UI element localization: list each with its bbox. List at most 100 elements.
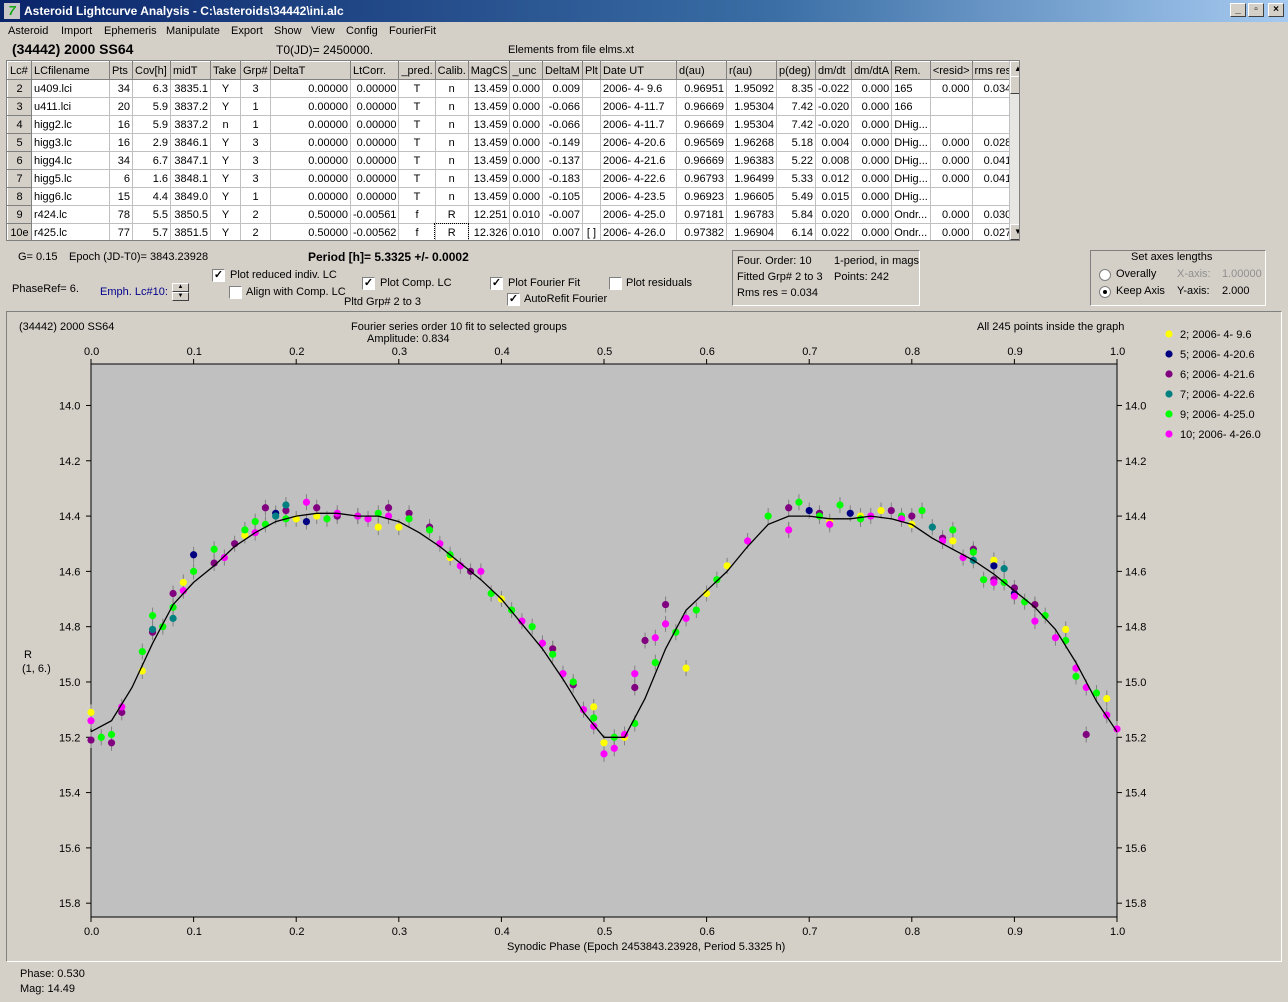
table-cell[interactable]: T	[398, 187, 436, 206]
menu-show[interactable]: Show	[274, 25, 302, 37]
table-cell[interactable]: 1	[240, 115, 271, 134]
table-cell[interactable]: f	[398, 223, 436, 240]
table-cell[interactable]: n	[434, 187, 469, 206]
table-cell[interactable]: 0.000	[929, 169, 973, 188]
column-header[interactable]: Rem.	[891, 61, 931, 80]
table-cell[interactable]: 0.000	[851, 79, 893, 98]
table-cell[interactable]: Y	[210, 187, 241, 206]
table-row[interactable]: 3 u411.lci 20 5.9 3837.2 Y 1 0.00000 0.00000 Tn 13…	[7, 97, 1015, 116]
table-cell[interactable]: 0.041	[971, 169, 1015, 188]
table-cell[interactable]: higg3.lc	[31, 133, 110, 152]
column-header[interactable]: rms res	[971, 61, 1015, 80]
menu-fourierfit[interactable]: FourierFit	[389, 25, 436, 37]
spin-down-icon[interactable]: ▼	[172, 292, 189, 301]
plot-area[interactable]	[90, 363, 1118, 918]
table-cell[interactable]: 5.49	[775, 187, 816, 206]
table-cell[interactable]: -0.020	[814, 97, 853, 116]
table-cell[interactable]: 1.95304	[725, 97, 777, 116]
table-cell[interactable]: 0.00000	[349, 97, 400, 116]
plot-comp-checkbox[interactable]: ✓	[362, 277, 375, 290]
table-cell[interactable]: 0.96793	[675, 169, 727, 188]
table-cell[interactable]: 0.041	[971, 151, 1015, 170]
table-cell[interactable]: 0.000	[509, 97, 543, 116]
table-cell[interactable]	[929, 97, 973, 116]
table-cell[interactable]: 0.000	[509, 151, 543, 170]
table-cell[interactable]: 13.459	[467, 187, 511, 206]
minimize-button[interactable]: _	[1230, 3, 1246, 17]
column-header[interactable]: _unc	[509, 61, 543, 80]
table-cell[interactable]: 13.459	[467, 97, 511, 116]
table-row[interactable]: 5 higg3.lc 16 2.9 3846.1 Y 3 0.00000 0.00000 Tn 13…	[7, 133, 1015, 152]
table-cell[interactable]: n	[434, 97, 469, 116]
table-cell[interactable]: r425.lc	[31, 223, 110, 240]
table-cell[interactable]: 0.022	[814, 223, 853, 240]
menu-export[interactable]: Export	[231, 25, 263, 37]
table-cell[interactable]: higg2.lc	[31, 115, 110, 134]
table-cell[interactable]: 0.028	[971, 133, 1015, 152]
column-header[interactable]: LCfilename	[31, 61, 110, 80]
table-cell[interactable]: 13.459	[467, 133, 511, 152]
table-cell[interactable]: 0.000	[929, 133, 973, 152]
table-cell[interactable]	[971, 115, 1015, 134]
table-cell[interactable]: 2.9	[132, 133, 171, 152]
column-header[interactable]: <resid>	[929, 61, 973, 80]
table-cell[interactable]: 3	[240, 169, 271, 188]
table-cell[interactable]: Y	[210, 223, 241, 240]
table-cell[interactable]: 5.33	[775, 169, 816, 188]
table-cell[interactable]	[581, 169, 601, 188]
table-cell[interactable]: 1.96783	[725, 205, 777, 224]
table-cell[interactable]: 13.459	[467, 151, 511, 170]
table-cell[interactable]: 5.18	[775, 133, 816, 152]
column-header[interactable]: _pred.	[398, 61, 436, 80]
table-cell[interactable]: 0.00000	[349, 115, 400, 134]
table-cell[interactable]: 1.6	[132, 169, 171, 188]
table-cell[interactable]: 3	[240, 79, 271, 98]
column-header[interactable]: Take	[210, 61, 241, 80]
table-cell[interactable]: 12.251	[467, 205, 511, 224]
table-cell[interactable]: 5.7	[132, 223, 171, 240]
plot-fourier-checkbox[interactable]: ✓	[490, 277, 503, 290]
table-cell[interactable]	[581, 97, 601, 116]
table-cell[interactable]: n	[434, 169, 469, 188]
table-cell[interactable]: -0.007	[541, 205, 583, 224]
table-cell[interactable]: 0.000	[509, 133, 543, 152]
table-cell[interactable]: Y	[210, 79, 241, 98]
table-cell[interactable]: Y	[210, 169, 241, 188]
row-header[interactable]: 8	[7, 187, 32, 206]
table-cell[interactable]: 2006- 4-22.6	[599, 169, 677, 188]
table-cell[interactable]: 3	[240, 133, 271, 152]
table-cell[interactable]: 13.459	[467, 79, 511, 98]
table-cell[interactable]: R	[434, 222, 470, 240]
table-cell[interactable]: 7.42	[775, 97, 816, 116]
table-cell[interactable]: 0.000	[929, 223, 973, 240]
table-cell[interactable]: 0.009	[541, 79, 583, 98]
column-header[interactable]: Calib.	[434, 61, 469, 80]
table-cell[interactable]	[929, 115, 973, 134]
table-cell[interactable]: 0.00000	[349, 187, 400, 206]
menu-manipulate[interactable]: Manipulate	[166, 25, 220, 37]
table-cell[interactable]: 7.42	[775, 115, 816, 134]
table-cell[interactable]: 1.95304	[725, 115, 777, 134]
table-cell[interactable]: 0.000	[851, 169, 893, 188]
table-cell[interactable]: 0.027	[971, 223, 1015, 240]
table-cell[interactable]: 0.008	[814, 151, 853, 170]
table-cell[interactable]: n	[434, 133, 469, 152]
keep-axis-radio[interactable]	[1099, 286, 1111, 298]
table-cell[interactable]: 6.14	[775, 223, 816, 240]
table-cell[interactable]: T	[398, 97, 436, 116]
table-cell[interactable]: 1.96383	[725, 151, 777, 170]
table-cell[interactable]	[581, 115, 601, 134]
table-cell[interactable]: 0.004	[814, 133, 853, 152]
plot-panel[interactable]: (34442) 2000 SS64 Fourier series order 1…	[6, 311, 1282, 962]
table-cell[interactable]: 0.000	[509, 115, 543, 134]
table-cell[interactable]: -0.105	[541, 187, 583, 206]
table-cell[interactable]: 2006- 4- 9.6	[599, 79, 677, 98]
column-header[interactable]: d(au)	[675, 61, 727, 80]
table-cell[interactable]: n	[434, 115, 469, 134]
table-cell[interactable]: f	[398, 205, 436, 224]
table-cell[interactable]: 0.50000	[270, 205, 351, 224]
column-header[interactable]: r(au)	[725, 61, 777, 80]
table-cell[interactable]: 77	[109, 223, 133, 240]
restore-button[interactable]: ▫	[1248, 3, 1264, 17]
table-row[interactable]: 8 higg6.lc 15 4.4 3849.0 Y 1 0.00000 0.00000 Tn 13…	[7, 187, 1015, 206]
